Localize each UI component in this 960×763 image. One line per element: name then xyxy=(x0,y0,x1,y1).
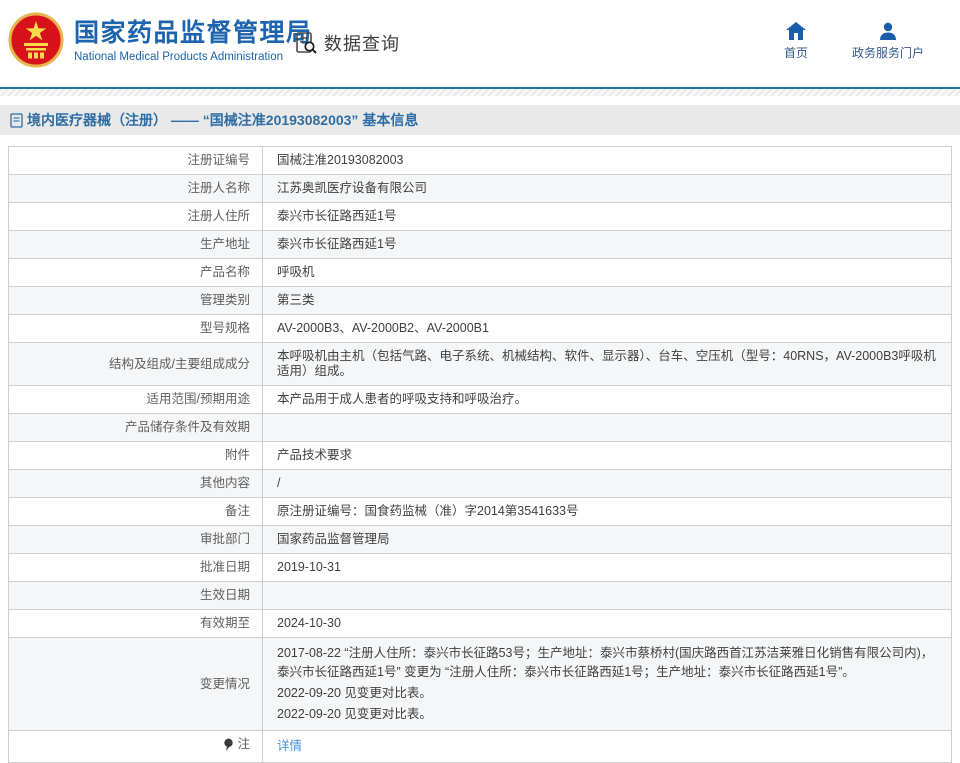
home-icon xyxy=(786,22,806,40)
nav-home[interactable]: 首页 xyxy=(784,22,808,61)
nav-portal[interactable]: 政务服务门户 xyxy=(852,22,924,61)
row-value: 第三类 xyxy=(263,287,952,315)
row-label: 注册人住所 xyxy=(9,203,263,231)
value-line: 2017-08-22 “注册人住所：泰兴市长征路53号；生产地址：泰兴市蔡桥村(… xyxy=(277,644,943,682)
breadcrumb-text: 境内医疗器械（注册） —— “国械注准20193082003” 基本信息 xyxy=(27,110,418,130)
row-label: 附件 xyxy=(9,442,263,470)
detail-link[interactable]: 详情 xyxy=(277,739,302,753)
table-row: 适用范围/预期用途本产品用于成人患者的呼吸支持和呼吸治疗。 xyxy=(9,386,952,414)
row-value: 本产品用于成人患者的呼吸支持和呼吸治疗。 xyxy=(263,386,952,414)
table-row: 注册证编号国械注准20193082003 xyxy=(9,147,952,175)
row-label: 其他内容 xyxy=(9,470,263,498)
nav-home-label: 首页 xyxy=(784,44,808,61)
table-row: 注册人名称江苏奥凯医疗设备有限公司 xyxy=(9,175,952,203)
table-row: 型号规格AV-2000B3、AV-2000B2、AV-2000B1 xyxy=(9,315,952,343)
table-row: 注详情 xyxy=(9,731,952,763)
row-label: 产品名称 xyxy=(9,259,263,287)
nmpa-logo[interactable]: 国家药品监督管理局 National Medical Products Admi… xyxy=(8,12,313,68)
row-value: 泰兴市长征路西延1号 xyxy=(263,203,952,231)
table-row: 有效期至2024-10-30 xyxy=(9,610,952,638)
value-line: 2022-09-20 见变更对比表。 xyxy=(277,684,943,703)
info-table-body: 注册证编号国械注准20193082003注册人名称江苏奥凯医疗设备有限公司注册人… xyxy=(9,147,952,763)
table-row: 结构及组成/主要组成成分本呼吸机由主机（包括气路、电子系统、机械结构、软件、显示… xyxy=(9,343,952,386)
row-label: 生产地址 xyxy=(9,231,263,259)
row-label: 结构及组成/主要组成成分 xyxy=(9,343,263,386)
site-header: 国家药品监督管理局 National Medical Products Admi… xyxy=(0,0,960,87)
site-title: 国家药品监督管理局 xyxy=(74,18,313,48)
hatch-band xyxy=(0,89,960,96)
table-row: 生产地址泰兴市长征路西延1号 xyxy=(9,231,952,259)
row-label: 注册证编号 xyxy=(9,147,263,175)
row-label: 产品储存条件及有效期 xyxy=(9,414,263,442)
table-row: 注册人住所泰兴市长征路西延1号 xyxy=(9,203,952,231)
row-label: 生效日期 xyxy=(9,582,263,610)
row-value: 泰兴市长征路西延1号 xyxy=(263,231,952,259)
row-label: 批准日期 xyxy=(9,554,263,582)
table-row: 生效日期 xyxy=(9,582,952,610)
row-label: 管理类别 xyxy=(9,287,263,315)
info-table: 注册证编号国械注准20193082003注册人名称江苏奥凯医疗设备有限公司注册人… xyxy=(8,146,952,763)
table-row: 其他内容/ xyxy=(9,470,952,498)
row-label: 型号规格 xyxy=(9,315,263,343)
row-label: 注册人名称 xyxy=(9,175,263,203)
row-label: 有效期至 xyxy=(9,610,263,638)
national-emblem-icon xyxy=(8,12,64,68)
table-row: 审批部门国家药品监督管理局 xyxy=(9,526,952,554)
pin-icon xyxy=(223,738,234,752)
row-value: 详情 xyxy=(263,731,952,763)
row-value: 江苏奥凯医疗设备有限公司 xyxy=(263,175,952,203)
row-value: 2024-10-30 xyxy=(263,610,952,638)
table-row: 备注原注册证编号：国食药监械（准）字2014第3541633号 xyxy=(9,498,952,526)
row-label: 注 xyxy=(9,731,263,763)
row-label: 备注 xyxy=(9,498,263,526)
site-subtitle: National Medical Products Administration xyxy=(74,51,313,63)
row-value xyxy=(263,582,952,610)
row-value xyxy=(263,414,952,442)
row-value: AV-2000B3、AV-2000B2、AV-2000B1 xyxy=(263,315,952,343)
header-nav: 首页 政务服务门户 xyxy=(784,22,924,61)
row-value: 呼吸机 xyxy=(263,259,952,287)
table-row: 管理类别第三类 xyxy=(9,287,952,315)
info-table-wrap: 注册证编号国械注准20193082003注册人名称江苏奥凯医疗设备有限公司注册人… xyxy=(8,146,952,763)
data-query-title: 数据查询 xyxy=(324,30,400,56)
table-row: 批准日期2019-10-31 xyxy=(9,554,952,582)
breadcrumb: 境内医疗器械（注册） —— “国械注准20193082003” 基本信息 xyxy=(0,105,960,135)
row-value: / xyxy=(263,470,952,498)
row-value: 产品技术要求 xyxy=(263,442,952,470)
spacer xyxy=(0,96,960,105)
row-label: 审批部门 xyxy=(9,526,263,554)
row-value: 2019-10-31 xyxy=(263,554,952,582)
document-icon xyxy=(10,113,23,128)
user-icon xyxy=(878,22,898,40)
row-label: 变更情况 xyxy=(9,638,263,731)
table-row: 附件产品技术要求 xyxy=(9,442,952,470)
row-value: 国械注准20193082003 xyxy=(263,147,952,175)
table-row: 产品名称呼吸机 xyxy=(9,259,952,287)
nav-portal-label: 政务服务门户 xyxy=(852,44,924,61)
row-value: 原注册证编号：国食药监械（准）字2014第3541633号 xyxy=(263,498,952,526)
row-label: 适用范围/预期用途 xyxy=(9,386,263,414)
row-value: 2017-08-22 “注册人住所：泰兴市长征路53号；生产地址：泰兴市蔡桥村(… xyxy=(263,638,952,731)
table-row: 产品储存条件及有效期 xyxy=(9,414,952,442)
row-value: 国家药品监督管理局 xyxy=(263,526,952,554)
data-query-icon xyxy=(293,30,319,56)
data-query-section: 数据查询 xyxy=(293,30,400,56)
value-line: 2022-09-20 见变更对比表。 xyxy=(277,705,943,724)
row-value: 本呼吸机由主机（包括气路、电子系统、机械结构、软件、显示器）、台车、空压机（型号… xyxy=(263,343,952,386)
table-row: 变更情况 2017-08-22 “注册人住所：泰兴市长征路53号；生产地址：泰兴市… xyxy=(9,638,952,731)
